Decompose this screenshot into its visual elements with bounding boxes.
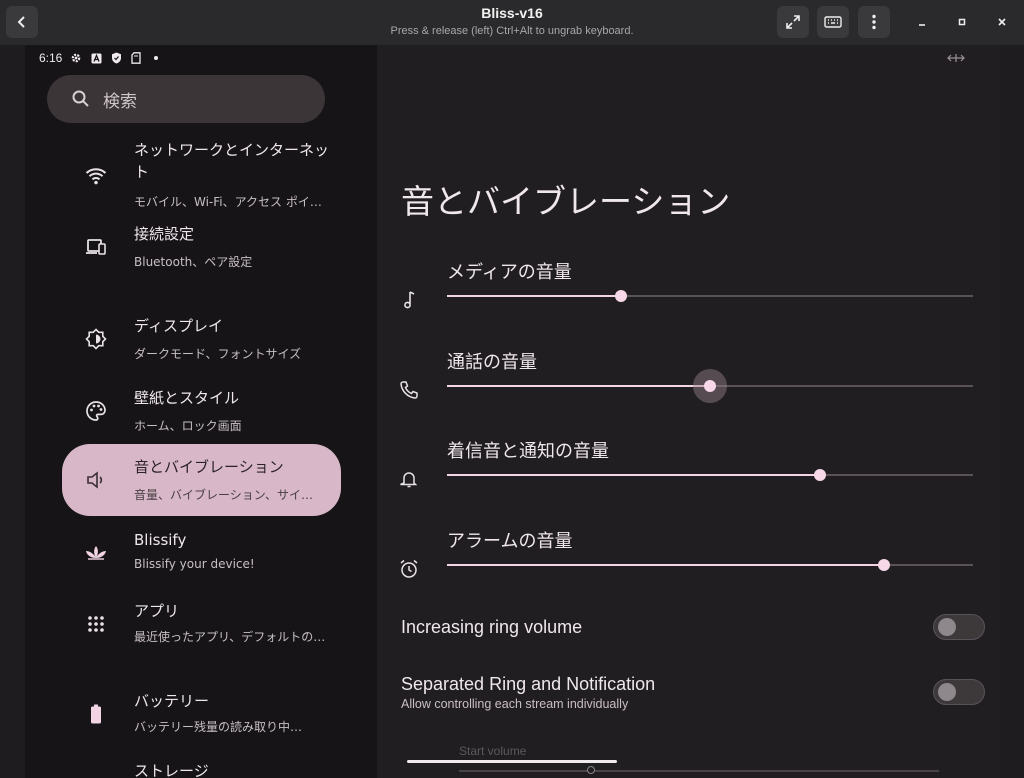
page-title: 音とバイブレーション (401, 182, 731, 221)
call-volume-row: 通話の音量 (397, 348, 977, 420)
increasing-ring-title: Increasing ring volume (401, 617, 583, 637)
nav-item-storage[interactable]: ストレージ (62, 760, 341, 778)
slider-thumb[interactable] (704, 380, 716, 392)
call-volume-label: 通話の音量 (447, 352, 537, 373)
media-volume-slider[interactable] (447, 290, 973, 302)
nav-item-subtitle: ホーム、ロック画面 (134, 419, 242, 433)
nav-item-subtitle: 最近使ったアプリ、デフォルトのアプリ (134, 630, 330, 644)
increasing-ring-toggle[interactable] (933, 614, 985, 640)
search-placeholder: 検索 (103, 91, 137, 112)
nav-item-subtitle: Blissify your device! (134, 557, 255, 571)
nav-item-title: ディスプレイ (134, 317, 223, 335)
alarm-volume-slider[interactable] (447, 559, 973, 571)
nav-item-connected-devices[interactable]: 接続設定 Bluetooth、ペア設定 (62, 221, 341, 277)
wifi-icon (84, 164, 108, 188)
fullscreen-button[interactable] (777, 6, 809, 38)
nav-item-sound[interactable]: 音とバイブレーション 音量、バイブレーション、サイレント (62, 444, 341, 516)
maximize-button[interactable] (950, 10, 974, 34)
close-icon (998, 18, 1006, 26)
nav-item-subtitle: 音量、バイブレーション、サイレント (134, 488, 316, 502)
alarm-volume-row: アラームの音量 (397, 527, 977, 599)
lotus-icon (84, 541, 108, 565)
start-volume-label: Start volume (459, 744, 527, 758)
nav-item-network[interactable]: ネットワークとインターネット モバイル、Wi-Fi、アクセス ポイント (62, 137, 341, 215)
minimize-button[interactable] (910, 10, 934, 34)
call-volume-slider[interactable] (447, 369, 973, 403)
nav-item-title: バッテリー (134, 692, 210, 710)
device-screen: 6:16 検索 ネットワークとインターネット モバイル、Wi-Fi、アクセス ポ… (25, 45, 1000, 778)
nav-item-battery[interactable]: バッテリー バッテリー残量の読み取り中… (62, 690, 341, 746)
separated-ring-row[interactable]: Separated Ring and Notification Allow co… (401, 674, 985, 718)
separated-ring-toggle[interactable] (933, 679, 985, 705)
nav-item-title: 壁紙とスタイル (134, 389, 240, 407)
nav-item-title: ネットワークとインターネット (134, 141, 330, 181)
settings-sidebar: 6:16 検索 ネットワークとインターネット モバイル、Wi-Fi、アクセス ポ… (25, 45, 377, 778)
increasing-ring-row[interactable]: Increasing ring volume (401, 614, 985, 645)
nav-item-title: アプリ (134, 602, 180, 620)
nav-item-title: Blissify (134, 531, 187, 549)
slider-thumb[interactable] (614, 290, 627, 302)
dot-icon (150, 52, 162, 64)
more-vert-icon (872, 14, 876, 30)
ring-volume-label: 着信音と通知の音量 (447, 441, 609, 462)
resize-handle-icon[interactable] (947, 53, 965, 63)
gear-icon (70, 52, 82, 64)
nav-item-blissify[interactable]: Blissify Blissify your device! (62, 529, 341, 585)
expand-icon (786, 15, 800, 29)
phone-icon (397, 378, 421, 402)
status-bar: 6:16 (39, 50, 162, 66)
alarm-icon (397, 557, 421, 581)
media-volume-label: メディアの音量 (447, 262, 572, 283)
brightness-icon (84, 327, 108, 351)
start-volume-slider[interactable] (459, 766, 939, 774)
music-note-icon (397, 288, 421, 312)
search-icon (72, 90, 89, 107)
separated-ring-subtitle: Allow controlling each stream individual… (401, 697, 629, 711)
ring-volume-slider[interactable] (447, 469, 973, 481)
nav-item-title: 音とバイブレーション (134, 458, 284, 476)
sdcard-icon (130, 52, 142, 64)
search-bar[interactable]: 検索 (47, 75, 325, 123)
bell-icon (397, 467, 421, 491)
nav-item-title: 接続設定 (134, 225, 195, 243)
media-volume-row: メディアの音量 (397, 258, 977, 330)
nav-item-display[interactable]: ディスプレイ ダークモード、フォントサイズ (62, 313, 341, 369)
nav-item-subtitle: Bluetooth、ペア設定 (134, 255, 253, 269)
keyboard-icon (824, 16, 842, 28)
status-time: 6:16 (39, 51, 63, 65)
shield-icon (110, 52, 122, 64)
slider-thumb[interactable] (877, 559, 890, 571)
window-titlebar: Bliss-v16 Press & release (left) Ctrl+Al… (0, 0, 1024, 45)
palette-icon (84, 399, 108, 423)
nav-item-subtitle: ダークモード、フォントサイズ (134, 347, 302, 361)
scroll-indicator (407, 760, 617, 763)
apps-grid-icon (84, 612, 108, 636)
nav-item-apps[interactable]: アプリ 最近使ったアプリ、デフォルトのアプリ (62, 600, 341, 656)
nav-item-wallpaper[interactable]: 壁紙とスタイル ホーム、ロック画面 (62, 385, 341, 441)
minimize-icon (919, 24, 925, 26)
alarm-volume-label: アラームの音量 (447, 531, 573, 552)
separated-ring-title: Separated Ring and Notification (401, 674, 656, 694)
maximize-icon (958, 18, 966, 26)
slider-thumb[interactable] (814, 469, 827, 481)
sound-settings-panel: 音とバイブレーション メディアの音量 通話の音量 着信音と通知の音量 アラームの… (377, 45, 1000, 778)
nav-item-subtitle: モバイル、Wi-Fi、アクセス ポイント (134, 195, 330, 209)
nav-item-title: ストレージ (134, 762, 209, 778)
devices-icon (84, 235, 108, 259)
nav-item-subtitle: バッテリー残量の読み取り中… (134, 720, 303, 734)
battery-icon (84, 702, 108, 726)
a-icon (90, 52, 102, 64)
more-button[interactable] (858, 6, 890, 38)
ring-volume-row: 着信音と通知の音量 (397, 437, 977, 509)
keyboard-button[interactable] (817, 6, 849, 38)
close-button[interactable] (990, 10, 1014, 34)
volume-icon (84, 468, 108, 492)
